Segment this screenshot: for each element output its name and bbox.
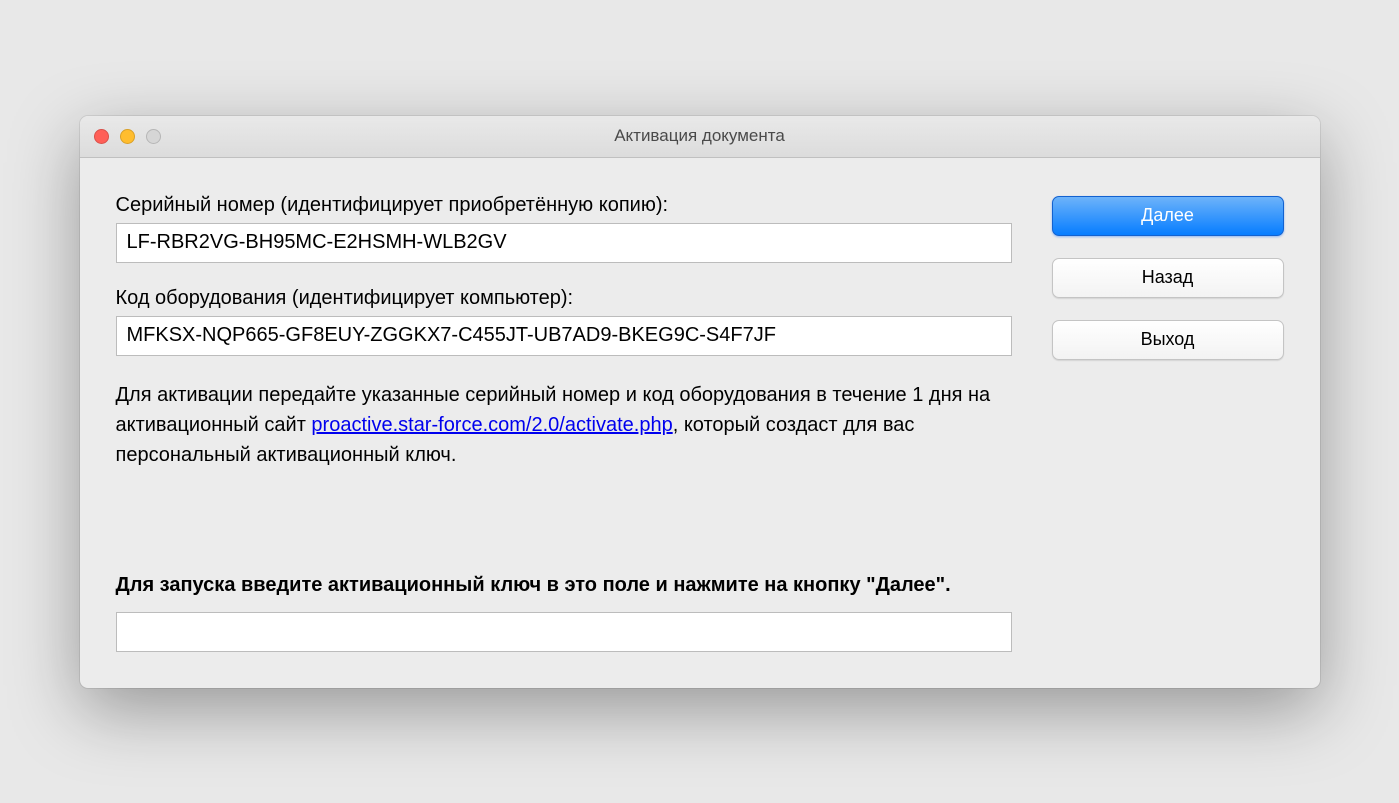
serial-number-label: Серийный номер (идентифицирует приобретё… bbox=[116, 194, 1012, 217]
content-area: Серийный номер (идентифицирует приобретё… bbox=[80, 158, 1320, 688]
button-sidebar: Далее Назад Выход bbox=[1052, 194, 1284, 652]
hardware-code-block: Код оборудования (идентифицирует компьют… bbox=[116, 287, 1012, 356]
activation-window: Активация документа Серийный номер (иден… bbox=[80, 116, 1320, 688]
close-icon[interactable] bbox=[94, 129, 109, 144]
activation-key-instruction: Для запуска введите активационный ключ в… bbox=[116, 570, 1012, 600]
next-button[interactable]: Далее bbox=[1052, 196, 1284, 236]
main-column: Серийный номер (идентифицирует приобретё… bbox=[116, 194, 1012, 652]
serial-number-block: Серийный номер (идентифицирует приобретё… bbox=[116, 194, 1012, 263]
serial-number-input[interactable] bbox=[116, 223, 1012, 263]
minimize-icon[interactable] bbox=[120, 129, 135, 144]
hardware-code-label: Код оборудования (идентифицирует компьют… bbox=[116, 287, 1012, 310]
exit-button[interactable]: Выход bbox=[1052, 320, 1284, 360]
hardware-code-input[interactable] bbox=[116, 316, 1012, 356]
traffic-lights bbox=[94, 129, 161, 144]
activation-url-link[interactable]: proactive.star-force.com/2.0/activate.ph… bbox=[311, 414, 672, 436]
titlebar: Активация документа bbox=[80, 116, 1320, 158]
activation-key-input[interactable] bbox=[116, 612, 1012, 652]
activation-instructions: Для активации передайте указанные серийн… bbox=[116, 380, 1012, 470]
maximize-icon bbox=[146, 129, 161, 144]
back-button[interactable]: Назад bbox=[1052, 258, 1284, 298]
window-title: Активация документа bbox=[94, 126, 1306, 146]
